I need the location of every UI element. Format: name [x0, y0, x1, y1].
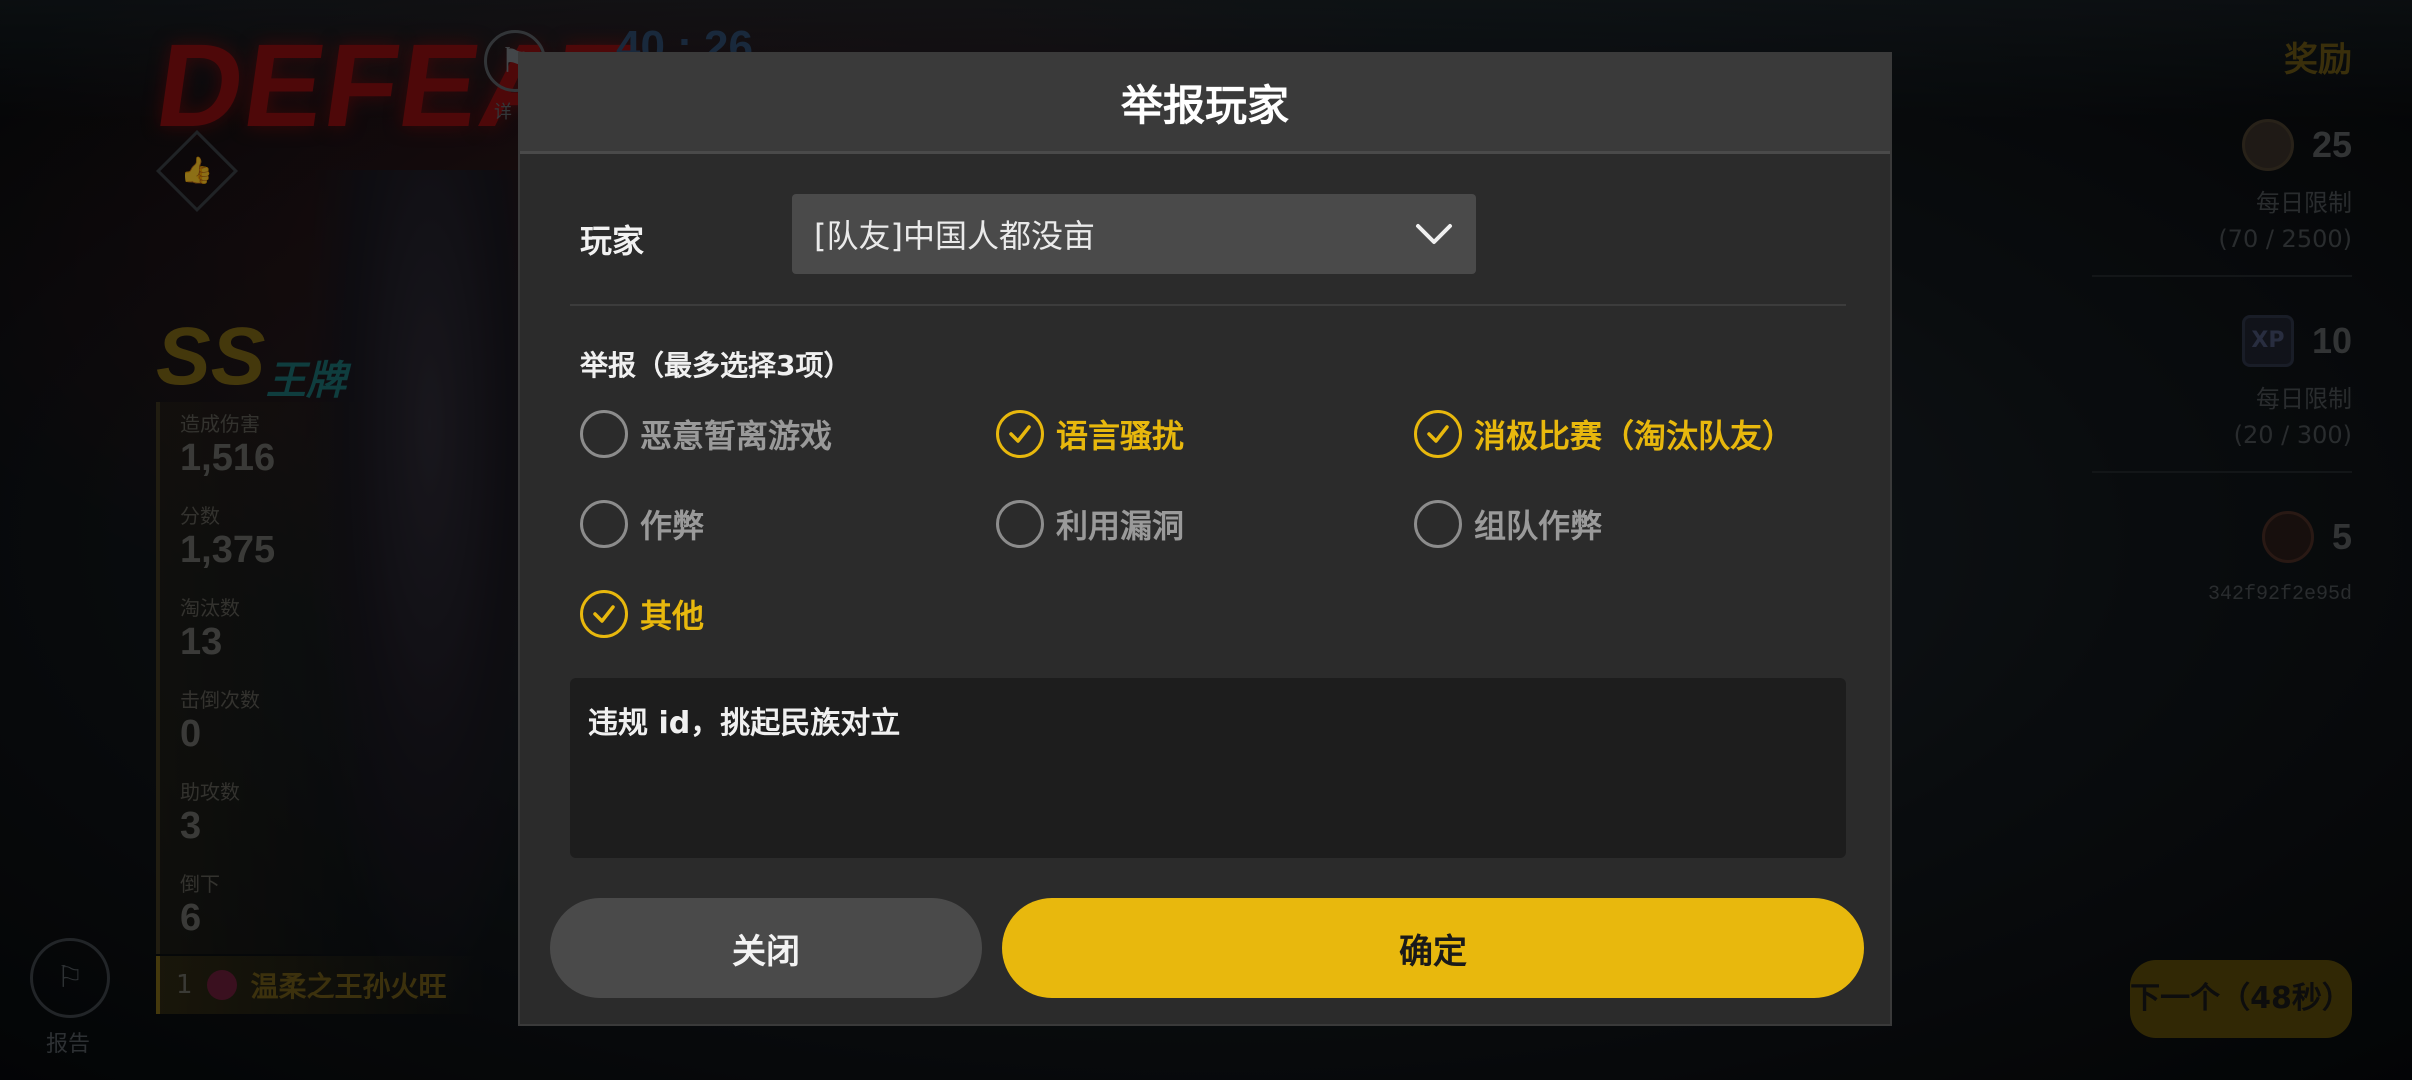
option-label: 组队作弊 — [1474, 507, 1603, 545]
radio-icon — [996, 410, 1044, 458]
radio-icon — [580, 590, 628, 638]
confirm-button[interactable]: 确定 — [1002, 898, 1864, 998]
option-label: 其他 — [640, 597, 705, 635]
close-button[interactable]: 关闭 — [550, 898, 982, 998]
option-negative-play[interactable]: 消极比赛（淘汰队友） — [1414, 410, 1794, 458]
option-team-cheating[interactable]: 组队作弊 — [1414, 500, 1602, 548]
check-icon — [1009, 425, 1031, 443]
option-label: 语言骚扰 — [1056, 417, 1185, 455]
chevron-down-icon — [1416, 224, 1452, 244]
reason-title: 举报（最多选择3项） — [580, 349, 852, 382]
option-label: 利用漏洞 — [1056, 507, 1185, 545]
dialog-header: 举报玩家 — [520, 54, 1890, 154]
option-exploit[interactable]: 利用漏洞 — [996, 500, 1184, 548]
option-other[interactable]: 其他 — [580, 590, 704, 638]
option-label: 恶意暂离游戏 — [640, 417, 833, 455]
radio-icon — [580, 410, 628, 458]
player-row: 玩家 [队友]中国人都没亩 — [570, 194, 1846, 306]
dialog-title: 举报玩家 — [1120, 81, 1289, 130]
option-label: 消极比赛（淘汰队友） — [1474, 417, 1795, 455]
check-icon — [1427, 425, 1449, 443]
option-verbal-abuse[interactable]: 语言骚扰 — [996, 410, 1184, 458]
report-description-field[interactable]: 违规 id，挑起民族对立 — [570, 678, 1846, 858]
report-dialog: 举报玩家 玩家 [队友]中国人都没亩 举报（最多选择3项） 恶意暂离游戏 语言骚… — [518, 52, 1892, 1026]
option-afk[interactable]: 恶意暂离游戏 — [580, 410, 832, 458]
radio-icon — [996, 500, 1044, 548]
option-cheating[interactable]: 作弊 — [580, 500, 704, 548]
radio-icon — [1414, 410, 1462, 458]
radio-icon — [580, 500, 628, 548]
player-dropdown[interactable]: [队友]中国人都没亩 — [792, 194, 1476, 274]
option-label: 作弊 — [640, 507, 705, 545]
radio-icon — [1414, 500, 1462, 548]
check-icon — [593, 605, 615, 623]
report-description-text: 违规 id，挑起民族对立 — [588, 706, 901, 741]
player-label: 玩家 — [580, 222, 645, 260]
player-selected-value: [队友]中国人都没亩 — [814, 217, 1095, 255]
